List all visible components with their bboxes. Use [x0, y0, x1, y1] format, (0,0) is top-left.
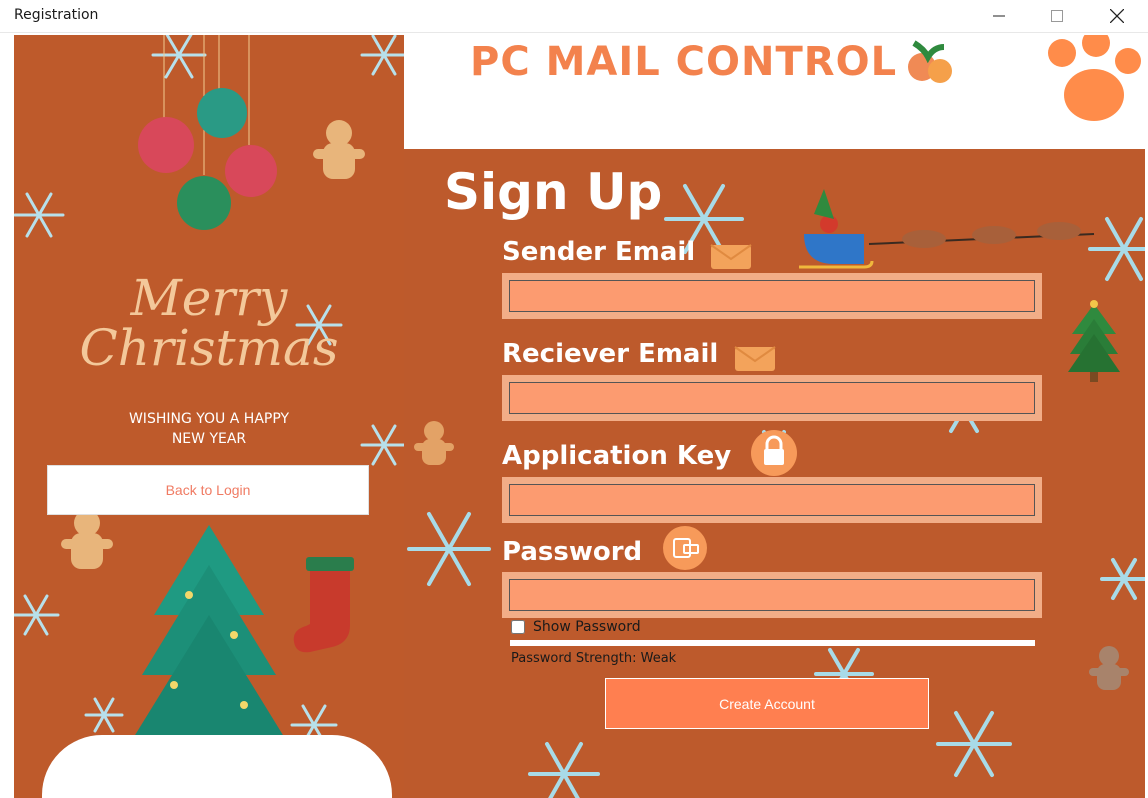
application-key-input[interactable]: [509, 484, 1035, 516]
minimize-button[interactable]: [976, 0, 1022, 32]
maximize-button[interactable]: [1034, 0, 1080, 32]
minimize-icon: [993, 15, 1005, 17]
gingerbread-icon-3: [313, 120, 365, 179]
password-input[interactable]: [509, 579, 1035, 611]
sender-email-input[interactable]: [509, 280, 1035, 312]
back-to-login-button[interactable]: Back to Login: [47, 465, 369, 515]
show-password-checkbox[interactable]: [511, 620, 525, 634]
application-key-label: Application Key: [502, 441, 732, 471]
app-title: PC MAIL CONTROL: [470, 39, 898, 85]
create-account-button[interactable]: Create Account: [605, 678, 929, 729]
receiver-email-input[interactable]: [509, 382, 1035, 414]
maximize-icon: [1051, 10, 1063, 22]
paw-icon: [1048, 35, 1141, 121]
greeting-line2: Christmas: [79, 319, 339, 377]
gingerbread-icon: [414, 421, 454, 465]
christmas-tree-icon: [1068, 300, 1120, 382]
lock-icon: [751, 430, 797, 476]
receiver-email-field-frame: [502, 375, 1042, 421]
show-password-label: Show Password: [533, 619, 641, 635]
greeting-line1: Merry: [130, 269, 288, 327]
header-banner: PC MAIL CONTROL: [404, 35, 1145, 149]
wish-text: WISHING YOU A HAPPY NEW YEAR: [104, 409, 314, 449]
sender-email-field-frame: [502, 273, 1042, 319]
merry-christmas-heading: Merry Christmas: [74, 273, 344, 373]
window-titlebar: Registration: [0, 0, 1148, 33]
registration-window-content: Merry Christmas WISHING YOU A HAPPY NEW …: [14, 35, 1145, 798]
password-field-frame: [502, 572, 1042, 618]
christmas-tree-icon-large: [132, 525, 286, 767]
receiver-email-label: Reciever Email: [502, 339, 719, 369]
password-strength-text: Password Strength: Weak: [511, 651, 677, 666]
envelope-icon-2: [734, 346, 776, 371]
sender-email-label: Sender Email: [502, 237, 696, 267]
stocking-icon: [293, 557, 354, 653]
show-password-toggle[interactable]: Show Password: [511, 619, 641, 635]
gingerbread-icon-2: [1089, 646, 1129, 690]
close-icon: [1110, 9, 1124, 23]
password-strength-bar: [510, 640, 1035, 646]
window-title: Registration: [14, 7, 99, 23]
bell-icon: [908, 40, 952, 83]
wish-line1: WISHING YOU A HAPPY: [128, 411, 290, 427]
envelope-icon: [710, 244, 752, 269]
sign-up-heading: Sign Up: [444, 163, 663, 221]
sleigh-icon: [799, 189, 1095, 269]
password-icon: [663, 526, 707, 570]
left-decoration-panel: Merry Christmas WISHING YOU A HAPPY NEW …: [14, 35, 404, 798]
application-key-field-frame: [502, 477, 1042, 523]
table-decoration: [42, 735, 392, 798]
banner-decorations: [908, 35, 1141, 121]
password-label: Password: [502, 537, 643, 567]
ornament-icons: [138, 35, 277, 230]
close-button[interactable]: [1094, 0, 1140, 32]
wish-line2: NEW YEAR: [171, 431, 247, 447]
gingerbread-icon-4: [61, 510, 113, 569]
